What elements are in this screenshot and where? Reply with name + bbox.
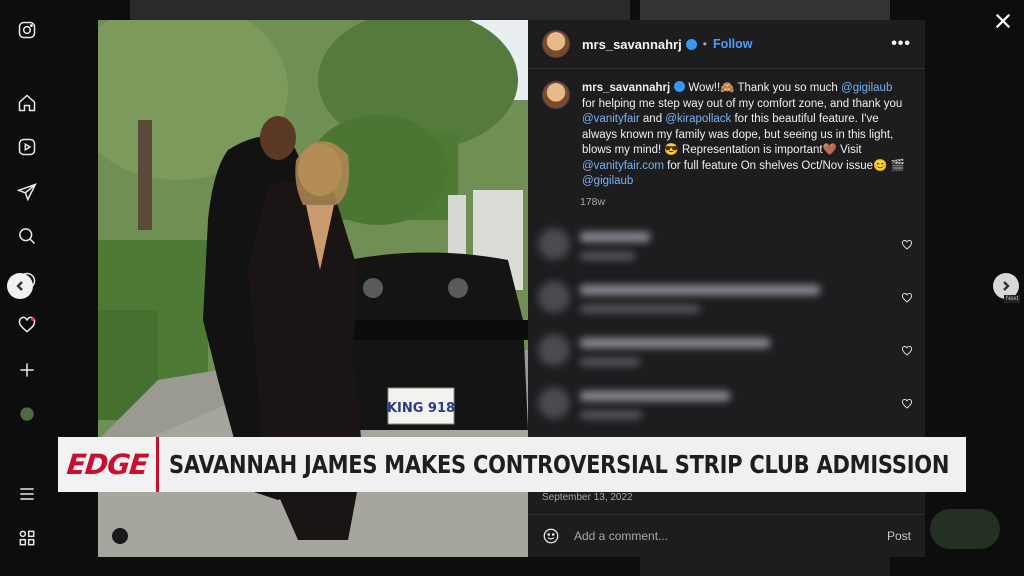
mention-link[interactable]: @kirapollack: [665, 113, 731, 125]
chevron-left-icon: [16, 281, 23, 291]
comment-input[interactable]: Add a comment...: [574, 529, 668, 543]
like-comment-icon[interactable]: [901, 344, 913, 356]
mention-link[interactable]: @vanityfair.com: [582, 160, 664, 172]
background-feed-top-right: [640, 0, 890, 22]
caption-avatar[interactable]: [542, 81, 570, 109]
mention-link[interactable]: @vanityfair: [582, 113, 640, 125]
caption-username[interactable]: mrs_savannahrj: [582, 82, 670, 94]
post-date: September 13, 2022: [542, 492, 633, 503]
tagged-users-icon[interactable]: [112, 528, 128, 544]
previous-post-button[interactable]: [7, 273, 33, 299]
comment-avatar[interactable]: [538, 386, 570, 419]
comment-list: [528, 222, 925, 434]
avatar[interactable]: [542, 30, 570, 58]
comment-avatar[interactable]: [538, 227, 570, 260]
comment-meta-blurred: [580, 251, 635, 260]
news-banner: EDGE SAVANNAH JAMES MAKES CONTROVERSIAL …: [58, 437, 966, 492]
background-feed-top: [130, 0, 630, 22]
caption: mrs_savannahrj Wow!!🙈 Thank you so much …: [528, 69, 925, 190]
create-icon[interactable]: [16, 359, 38, 381]
notifications-icon[interactable]: [16, 314, 38, 336]
like-comment-icon[interactable]: [901, 291, 913, 303]
comment-avatar[interactable]: [538, 280, 570, 313]
license-plate: KING 918: [387, 401, 455, 416]
background-feed-bottom: [640, 556, 890, 576]
separator-dot: •: [702, 37, 707, 51]
comment-text-blurred: [580, 337, 770, 348]
post-header: mrs_savannahrj • Follow •••: [528, 20, 925, 69]
comment-avatar[interactable]: [538, 333, 570, 366]
mention-link[interactable]: @gigilaub: [841, 82, 892, 94]
reels-icon[interactable]: [16, 136, 38, 158]
like-comment-icon[interactable]: [901, 397, 913, 409]
apps-icon[interactable]: [16, 527, 38, 549]
messages-icon[interactable]: [16, 181, 38, 203]
like-comment-icon[interactable]: [901, 238, 913, 250]
comment-text-blurred: [580, 284, 820, 295]
comment-text-blurred: [580, 390, 730, 401]
profile-icon[interactable]: [16, 403, 38, 425]
caption-segment: for helping me step way out of my comfor…: [582, 97, 903, 110]
chevron-right-icon: [1003, 281, 1010, 291]
background-avatars: [930, 509, 1000, 549]
username[interactable]: mrs_savannahrj: [582, 37, 682, 52]
caption-text: mrs_savannahrj Wow!!🙈 Thank you so much …: [582, 81, 907, 190]
comment-row: [528, 222, 925, 275]
caption-segment: and: [639, 113, 666, 125]
verified-icon: [685, 38, 697, 50]
follow-button[interactable]: Follow: [713, 37, 753, 51]
menu-icon[interactable]: [16, 483, 38, 505]
post-comment-button[interactable]: Post: [887, 529, 911, 543]
more-options-icon[interactable]: •••: [891, 35, 911, 53]
instagram-icon[interactable]: [16, 19, 38, 41]
banner-headline: SAVANNAH JAMES MAKES CONTROVERSIAL STRIP…: [159, 437, 966, 492]
comment-meta-blurred: [580, 410, 642, 419]
comment-text-blurred: [580, 231, 650, 242]
verified-icon: [674, 81, 686, 92]
emoji-icon[interactable]: [542, 527, 560, 545]
home-icon[interactable]: [16, 92, 38, 114]
next-tooltip: Next: [1004, 295, 1021, 303]
comment-bar: Add a comment... Post: [528, 514, 925, 557]
close-icon[interactable]: [994, 12, 1012, 30]
comment-row: [528, 328, 925, 381]
search-icon[interactable]: [16, 225, 38, 247]
post-time-ago: 178w: [580, 195, 606, 208]
mention-link[interactable]: @gigilaub: [582, 175, 633, 187]
caption-segment: for full feature On shelves Oct/Nov issu…: [663, 159, 905, 172]
comment-row: [528, 381, 925, 434]
edge-logo: EDGE: [58, 437, 156, 492]
comment-row: [528, 275, 925, 328]
comment-meta-blurred: [580, 304, 700, 313]
caption-segment: Wow!!🙈 Thank you so much: [685, 82, 842, 94]
comment-meta-blurred: [580, 357, 640, 366]
